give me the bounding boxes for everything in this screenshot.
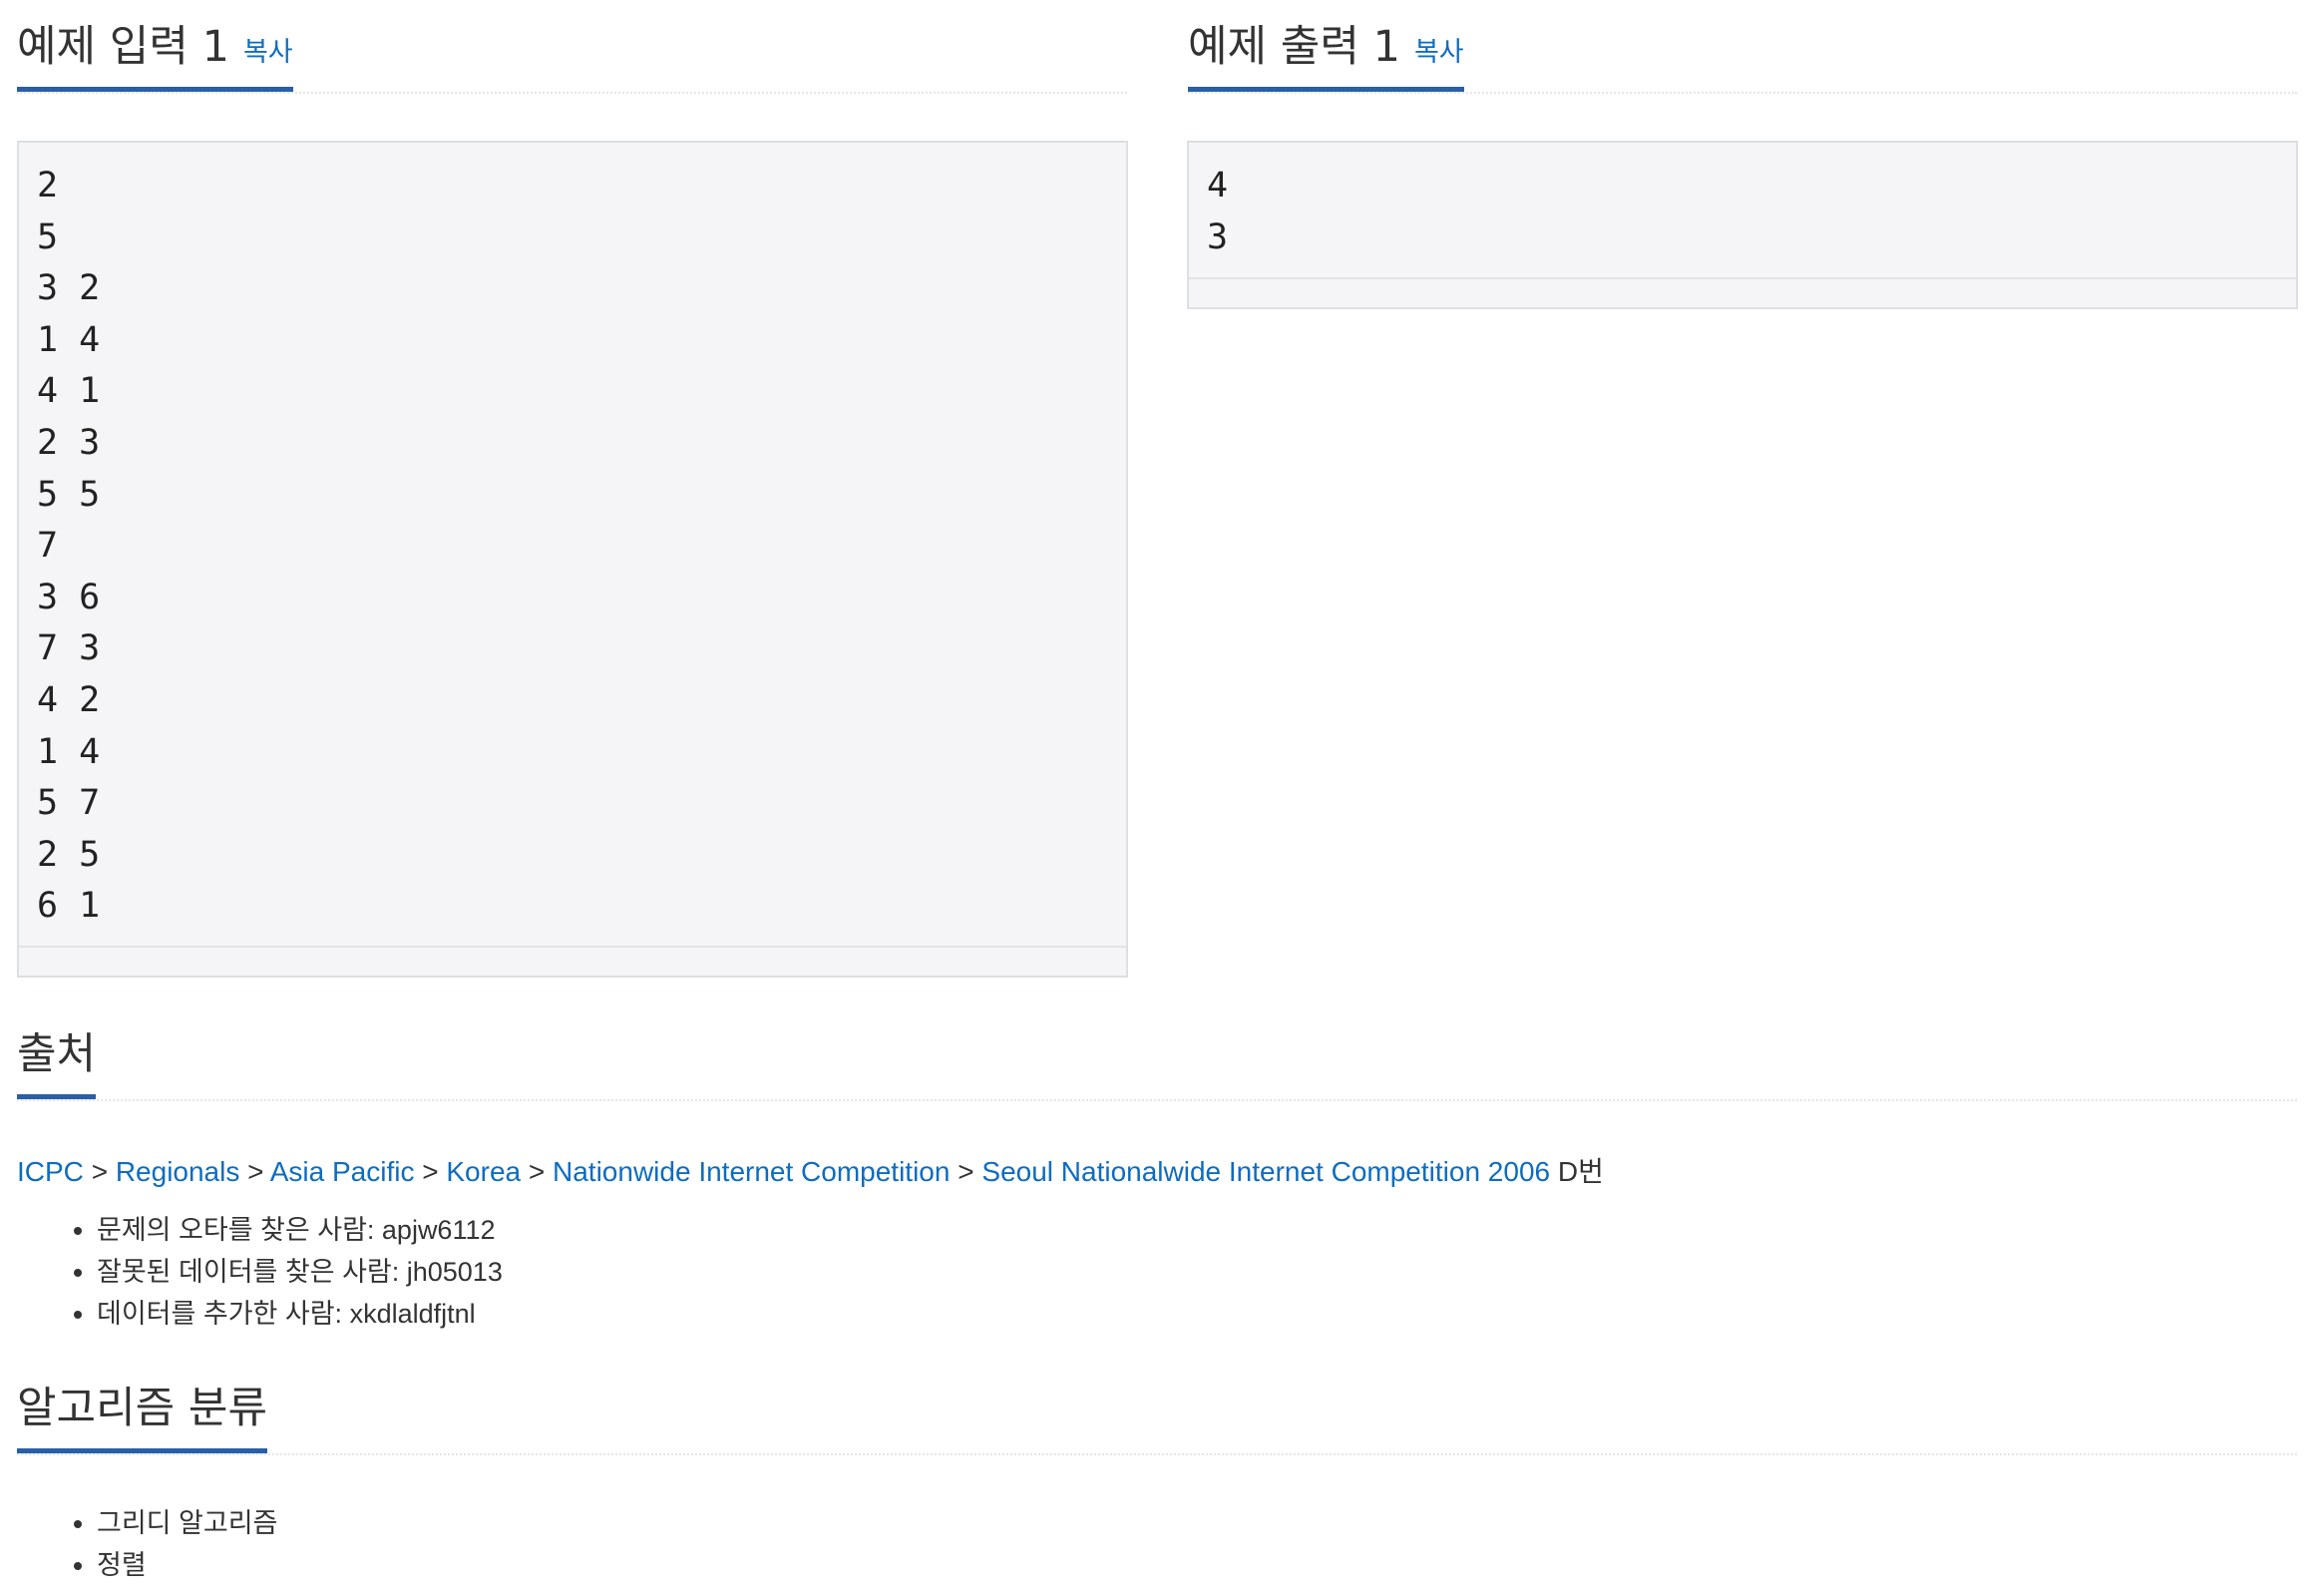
sample-output-headline: 예제 출력 1 복사 bbox=[1188, 0, 2297, 94]
breadcrumb-separator: > bbox=[422, 1156, 439, 1187]
breadcrumb-separator: > bbox=[528, 1156, 546, 1187]
sample-input-title-text: 예제 입력 1 bbox=[17, 22, 229, 72]
algorithm-tag-list: 그리디 알고리즘 정렬 bbox=[17, 1502, 277, 1586]
breadcrumb-separator: > bbox=[91, 1156, 109, 1187]
breadcrumb-separator: > bbox=[247, 1156, 264, 1187]
algorithm-title: 알고리즘 분류 bbox=[17, 1362, 268, 1453]
sample-input-content[interactable]: 2 5 3 2 1 4 4 1 2 3 5 5 7 3 6 7 3 4 2 1 … bbox=[19, 143, 1126, 933]
copy-output-button[interactable]: 복사 bbox=[1414, 37, 1464, 68]
source-headline: 출처 bbox=[17, 1007, 2297, 1101]
list-item: 문제의 오타를 찾은 사람: apjw6112 bbox=[97, 1209, 503, 1251]
sample-output-box[interactable]: 4 3 bbox=[1187, 141, 2298, 309]
breadcrumb-separator: > bbox=[958, 1156, 974, 1187]
sample-input-title: 예제 입력 1 복사 bbox=[17, 0, 293, 92]
breadcrumb-link-korea[interactable]: Korea bbox=[446, 1156, 521, 1187]
sample-output-title-text: 예제 출력 1 bbox=[1188, 22, 1400, 72]
breadcrumb-link-icpc[interactable]: ICPC bbox=[17, 1156, 84, 1187]
algorithm-tag[interactable]: 정렬 bbox=[97, 1544, 277, 1586]
algorithm-tag[interactable]: 그리디 알고리즘 bbox=[97, 1502, 277, 1544]
sample-output-title: 예제 출력 1 복사 bbox=[1188, 0, 1464, 92]
contributor-list: 문제의 오타를 찾은 사람: apjw6112 잘못된 데이터를 찾은 사람: … bbox=[17, 1209, 503, 1335]
sample-output-content[interactable]: 4 3 bbox=[1189, 143, 2296, 263]
list-item: 데이터를 추가한 사람: xkdlaldfjtnl bbox=[97, 1293, 503, 1335]
breadcrumb-link-nationwide[interactable]: Nationwide Internet Competition bbox=[553, 1156, 950, 1187]
source-breadcrumb: ICPC > Regionals > Asia Pacific > Korea … bbox=[17, 1150, 1604, 1190]
copy-input-button[interactable]: 복사 bbox=[243, 37, 293, 68]
list-item: 잘못된 데이터를 찾은 사람: jh05013 bbox=[97, 1251, 503, 1293]
sample-input-box-footer bbox=[19, 946, 1126, 976]
algorithm-headline: 알고리즘 분류 bbox=[17, 1362, 2297, 1455]
breadcrumb-link-seoul-2006[interactable]: Seoul Nationalwide Internet Competition … bbox=[981, 1156, 1550, 1187]
source-title: 출처 bbox=[17, 1007, 97, 1099]
sample-input-box[interactable]: 2 5 3 2 1 4 4 1 2 3 5 5 7 3 6 7 3 4 2 1 … bbox=[17, 141, 1128, 978]
breadcrumb-link-regionals[interactable]: Regionals bbox=[116, 1156, 240, 1187]
sample-input-headline: 예제 입력 1 복사 bbox=[17, 0, 1127, 94]
breadcrumb-link-asia-pacific[interactable]: Asia Pacific bbox=[270, 1156, 415, 1187]
problem-page: 예제 입력 1 복사 예제 출력 1 복사 2 5 3 2 1 4 4 1 2 3 … bbox=[0, 0, 2308, 1596]
problem-letter: D번 bbox=[1557, 1156, 1604, 1187]
sample-output-box-footer bbox=[1189, 277, 2296, 307]
